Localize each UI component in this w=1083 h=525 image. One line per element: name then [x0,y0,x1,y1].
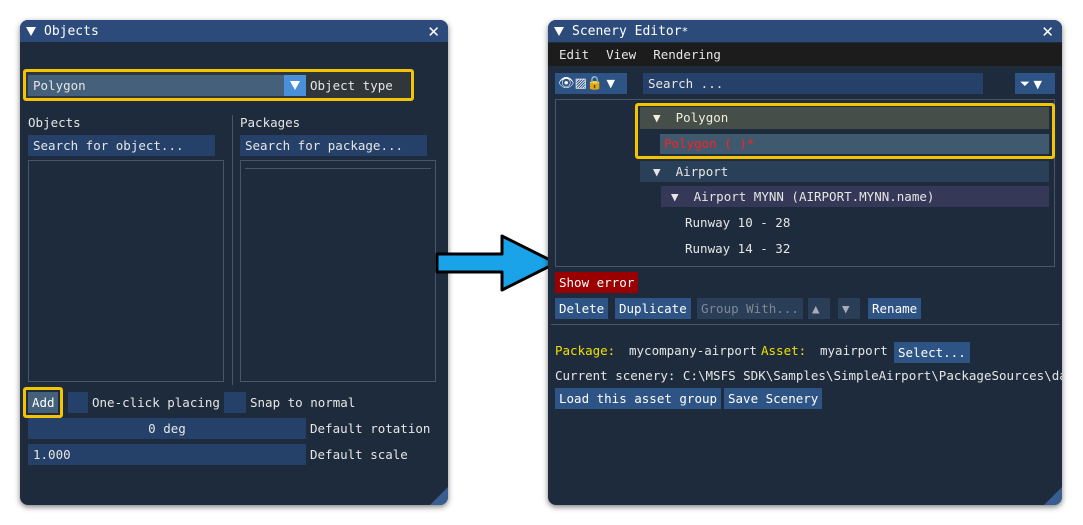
arrow-up-icon: ▲ [812,301,820,316]
packages-list[interactable] [240,160,436,382]
lock-icon[interactable]: 🔒 [587,76,603,91]
arrow-icon [435,234,558,292]
objects-list[interactable] [28,160,224,382]
tree-node-airport[interactable]: ▼ Airport [640,161,1049,182]
rotation-slider[interactable]: 0 deg [28,418,306,439]
packages-label: Packages [240,115,301,130]
window-title: Objects [44,23,99,39]
scale-input[interactable]: 1.000 [28,444,306,465]
snap-to-normal-checkbox[interactable] [224,392,246,413]
list-separator [245,168,431,169]
duplicate-button[interactable]: Duplicate [615,298,691,319]
window-title: Scenery Editor [572,23,682,39]
expand-icon[interactable]: ▼ [653,164,661,179]
tree-item-runway[interactable]: Runway 10 - 28 [685,212,790,233]
close-icon[interactable]: ✕ [427,23,440,41]
visibility-toolbar[interactable]: 👁▨🔒 ▼ [555,73,627,94]
separator [551,324,1059,325]
filter-icon: ⏷ [1020,76,1031,91]
expand-icon[interactable]: ▼ [671,189,679,204]
scale-label: Default scale [310,447,408,462]
chevron-down-icon: ▼ [1030,78,1042,91]
modified-mark: * [681,24,689,38]
package-search-input[interactable]: Search for package... [240,135,427,156]
menu-bar: Edit View Rendering [548,43,1062,66]
group-with-button[interactable]: Group With... [697,298,803,319]
highlight-box [23,387,63,418]
tree-item-runway[interactable]: Runway 14 - 32 [685,238,790,259]
package-value: mycompany-airport [629,343,757,358]
select-button[interactable]: Select... [894,342,970,363]
highlight-box [23,69,414,101]
rename-button[interactable]: Rename [868,298,922,319]
move-up-button[interactable]: ▲ [808,298,830,319]
asset-label: Asset: [761,343,807,358]
current-scenery-path: Current scenery: C:\MSFS SDK\Samples\Sim… [555,368,1062,383]
resize-grip[interactable] [430,487,448,505]
objects-label: Objects [28,115,81,130]
column-divider [232,115,233,385]
resize-grip[interactable] [1044,487,1062,505]
filter-button[interactable]: ⏷ ▼ [1015,73,1055,94]
close-icon[interactable]: ✕ [1041,23,1054,41]
arrow-down-icon: ▼ [842,301,850,316]
chevron-down-icon[interactable]: ▼ [603,77,614,90]
tree-node-airport-mynn[interactable]: ▼ Airport MYNN (AIRPORT.MYNN.name) [661,186,1049,207]
one-click-placing-checkbox[interactable] [68,392,88,413]
highlight-box [635,103,1055,159]
delete-button[interactable]: Delete [555,298,609,319]
objects-window: Objects ✕ Polygon Object type Objects Se… [20,20,448,505]
move-down-button[interactable]: ▼ [838,298,860,319]
package-label: Package: [555,343,616,358]
save-scenery-button[interactable]: Save Scenery [724,388,823,409]
menu-view[interactable]: View [606,47,636,62]
one-click-placing-label: One-click placing [92,395,220,410]
scenery-title-bar[interactable]: Scenery Editor * [548,20,1062,42]
scenery-editor-window: Scenery Editor * ✕ Edit View Rendering 👁▨… [548,20,1062,505]
scene-tree[interactable]: ▼ Polygon Polygon ( )* ▼ Airport ▼ Airpo… [555,99,1055,267]
bounding-box-icon[interactable]: ▨ [575,76,587,91]
load-asset-group-button[interactable]: Load this asset group [555,388,722,409]
asset-value: myairport [820,343,888,358]
objects-title-bar[interactable]: Objects [20,20,448,42]
rotation-label: Default rotation [310,421,431,436]
menu-rendering[interactable]: Rendering [653,47,721,62]
object-search-input[interactable]: Search for object... [28,135,215,156]
menu-edit[interactable]: Edit [559,47,589,62]
search-input[interactable]: Search ... [643,73,983,94]
collapse-icon[interactable] [26,26,36,36]
snap-to-normal-label: Snap to normal [250,395,356,410]
show-error-button[interactable]: Show error [555,272,639,293]
eye-icon[interactable]: 👁 [558,76,575,91]
collapse-icon[interactable] [554,26,564,36]
